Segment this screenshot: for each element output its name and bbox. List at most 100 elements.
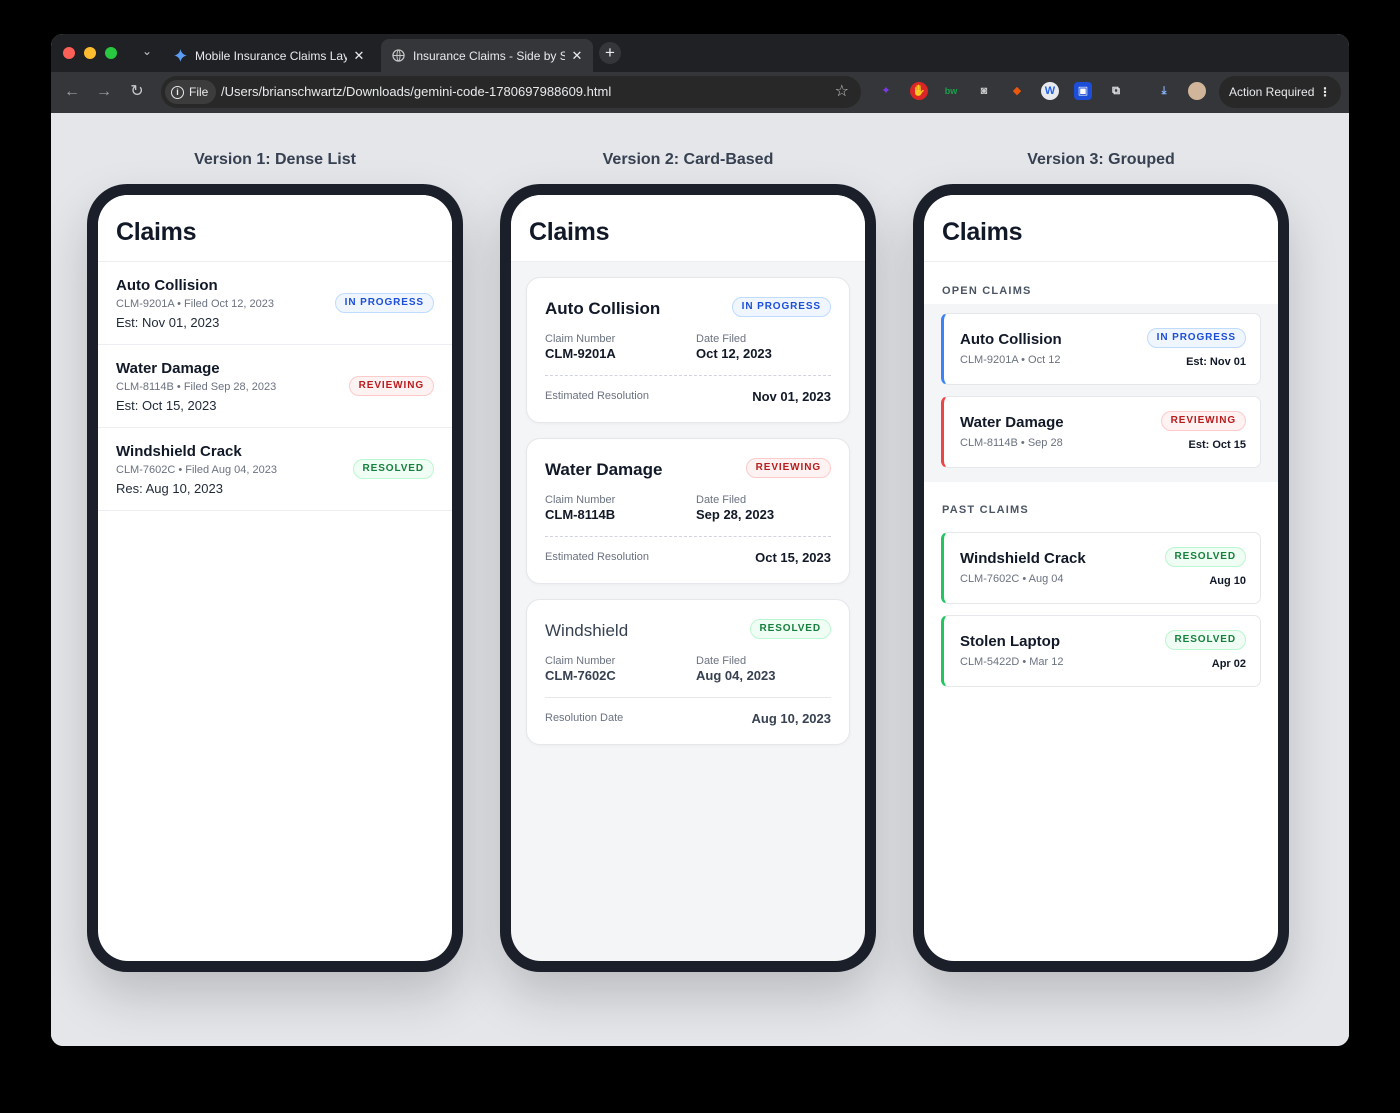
tab-mobile-claims-layout[interactable]: Mobile Insurance Claims Layout ✕ [163,39,375,72]
claim-number-label: Claim Number [545,655,616,667]
claim-number-label: Claim Number [545,333,616,345]
claim-row[interactable]: Windshield Crack CLM-7602C • Filed Aug 0… [98,428,452,511]
close-tab-icon[interactable]: ✕ [351,48,367,64]
open-claims-section-header [924,263,1278,304]
back-arrow-icon[interactable]: ← [60,80,84,104]
claim-title: Stolen Laptop [960,633,1060,650]
claims-header: Claims [98,195,452,262]
resolution-date: Oct 15, 2023 [755,550,831,565]
file-label: File [189,85,209,99]
resolution-label: Resolution Date [545,712,624,724]
status-badge: REVIEWING [745,458,831,478]
status-badge: IN PROGRESS [334,293,434,313]
claim-meta: CLM-7602C • Aug 04 [960,573,1064,585]
phone-screen: Claims Auto Collision IN PROGRESS Claim … [511,195,865,961]
avatar-icon[interactable] [1188,82,1206,100]
date-filed: Aug 04, 2023 [696,668,776,683]
puzzle-icon[interactable]: ⧉ [1107,82,1125,100]
maximize-window-button[interactable] [105,47,117,59]
close-tab-icon[interactable]: ✕ [569,48,585,64]
tab-search-icon[interactable]: ⌄ [139,43,155,59]
date-filed-label: Date Filed [696,333,747,345]
claim-card[interactable]: Water Damage CLM-8114B • Sep 28 REVIEWIN… [941,396,1261,468]
claim-title: Water Damage [960,414,1064,431]
card-divider [545,536,831,537]
date-filed-label: Date Filed [696,494,747,506]
status-badge: RESOLVED [1164,630,1246,650]
wordpress-icon[interactable]: W [1041,82,1059,100]
phone-screen: Claims Auto Collision CLM-9201A • Filed … [98,195,452,961]
claim-title: Auto Collision [960,331,1062,348]
tab-claims-side-by-side[interactable]: Insurance Claims - Side by Side ✕ [381,39,593,72]
claim-card[interactable]: Water Damage REVIEWING Claim Number CLM-… [526,438,850,584]
minimize-window-button[interactable] [84,47,96,59]
claim-card[interactable]: Auto Collision IN PROGRESS Claim Number … [526,277,850,423]
claim-estimate: Est: Oct 15, 2023 [116,398,217,413]
tab-title: Insurance Claims - Side by Side [413,48,565,63]
new-tab-button[interactable]: + [599,42,621,64]
bookmark-star-icon[interactable]: ☆ [835,76,849,108]
status-badge: RESOLVED [352,459,434,479]
claim-title: Water Damage [116,360,220,377]
phone-screen: Claims OPEN CLAIMS Auto Collision CLM-92… [924,195,1278,961]
status-badge: IN PROGRESS [1146,328,1246,348]
claim-title: Water Damage [545,460,663,479]
version-3-title: Version 3: Grouped [1027,151,1175,168]
more-vertical-icon[interactable]: ⋮ [1319,76,1331,108]
status-badge: RESOLVED [749,619,831,639]
phone-grouped: Claims OPEN CLAIMS Auto Collision CLM-92… [913,184,1289,972]
bw-icon[interactable]: bw [942,82,960,100]
claim-card[interactable]: Windshield RESOLVED Claim Number CLM-760… [526,599,850,745]
ai-sparkle-icon[interactable]: ✦ [877,82,895,100]
reload-icon[interactable]: ↻ [125,80,149,104]
claim-number: CLM-8114B [545,507,616,522]
version-1-title: Version 1: Dense List [194,151,356,168]
action-required-button[interactable]: Action Required ⋮ [1219,76,1341,108]
claim-estimate: Est: Nov 01, 2023 [116,315,220,330]
camera-icon[interactable]: ◙ [975,82,993,100]
claims-header: Claims [924,195,1278,262]
claims-heading: Claims [942,218,1023,246]
site-info-chip[interactable]: i File [165,80,217,104]
address-bar[interactable]: i File /Users/brianschwartz/Downloads/ge… [161,76,861,108]
status-badge: RESOLVED [1164,547,1246,567]
claim-card[interactable]: Auto Collision CLM-9201A • Oct 12 IN PRO… [941,313,1261,385]
download-icon[interactable]: ⤓ [1155,82,1173,100]
browser-toolbar: ← → ↻ i File /Users/brianschwartz/Downlo… [51,72,1349,113]
claim-meta: CLM-7602C • Filed Aug 04, 2023 [116,464,278,476]
claim-title: Windshield Crack [116,443,242,460]
url-text[interactable]: /Users/brianschwartz/Downloads/gemini-co… [221,76,611,108]
resolution-label: Estimated Resolution [545,551,649,563]
tab-bar: ⌄ Mobile Insurance Claims Layout ✕ Insur… [51,34,1349,72]
resolution-date: Nov 01, 2023 [752,389,831,404]
resolution-date: Aug 10, 2023 [751,711,832,726]
browser-window: ⌄ Mobile Insurance Claims Layout ✕ Insur… [51,34,1349,1046]
claim-card[interactable]: Windshield Crack CLM-7602C • Aug 04 RESO… [941,532,1261,604]
resolution-date: Apr 02 [1211,658,1246,670]
card-divider [545,697,831,698]
page-content: Version 1: Dense List Claims Auto Collis… [51,113,1349,1046]
claim-card[interactable]: Stolen Laptop CLM-5422D • Mar 12 RESOLVE… [941,615,1261,687]
claim-number-label: Claim Number [545,494,616,506]
claims-heading: Claims [529,218,610,246]
adblock-icon[interactable]: ✋ [910,82,928,100]
open-claims-label: OPEN CLAIMS [942,285,1032,297]
version-2-title: Version 2: Card-Based [602,151,774,168]
claim-meta: CLM-8114B • Sep 28 [960,437,1063,449]
forward-arrow-icon[interactable]: → [92,80,116,104]
claim-row[interactable]: Water Damage CLM-8114B • Filed Sep 28, 2… [98,345,452,428]
status-badge: REVIEWING [348,376,434,396]
claim-title: Windshield Crack [960,550,1086,567]
claim-estimate: Est: Nov 01 [1186,356,1246,368]
resolution-date: Aug 10 [1209,575,1246,587]
close-window-button[interactable] [63,47,75,59]
gemini-sparkle-icon [173,49,187,63]
claim-row[interactable]: Auto Collision CLM-9201A • Filed Oct 12,… [98,262,452,345]
screenshot-icon[interactable]: ▣ [1074,82,1092,100]
past-claims-label: PAST CLAIMS [942,504,1029,516]
claim-meta: CLM-9201A • Oct 12 [960,354,1061,366]
card-divider [545,375,831,376]
claims-heading: Claims [116,218,197,246]
claim-meta: CLM-8114B • Filed Sep 28, 2023 [116,381,277,393]
graduation-icon[interactable]: ◆ [1008,82,1026,100]
